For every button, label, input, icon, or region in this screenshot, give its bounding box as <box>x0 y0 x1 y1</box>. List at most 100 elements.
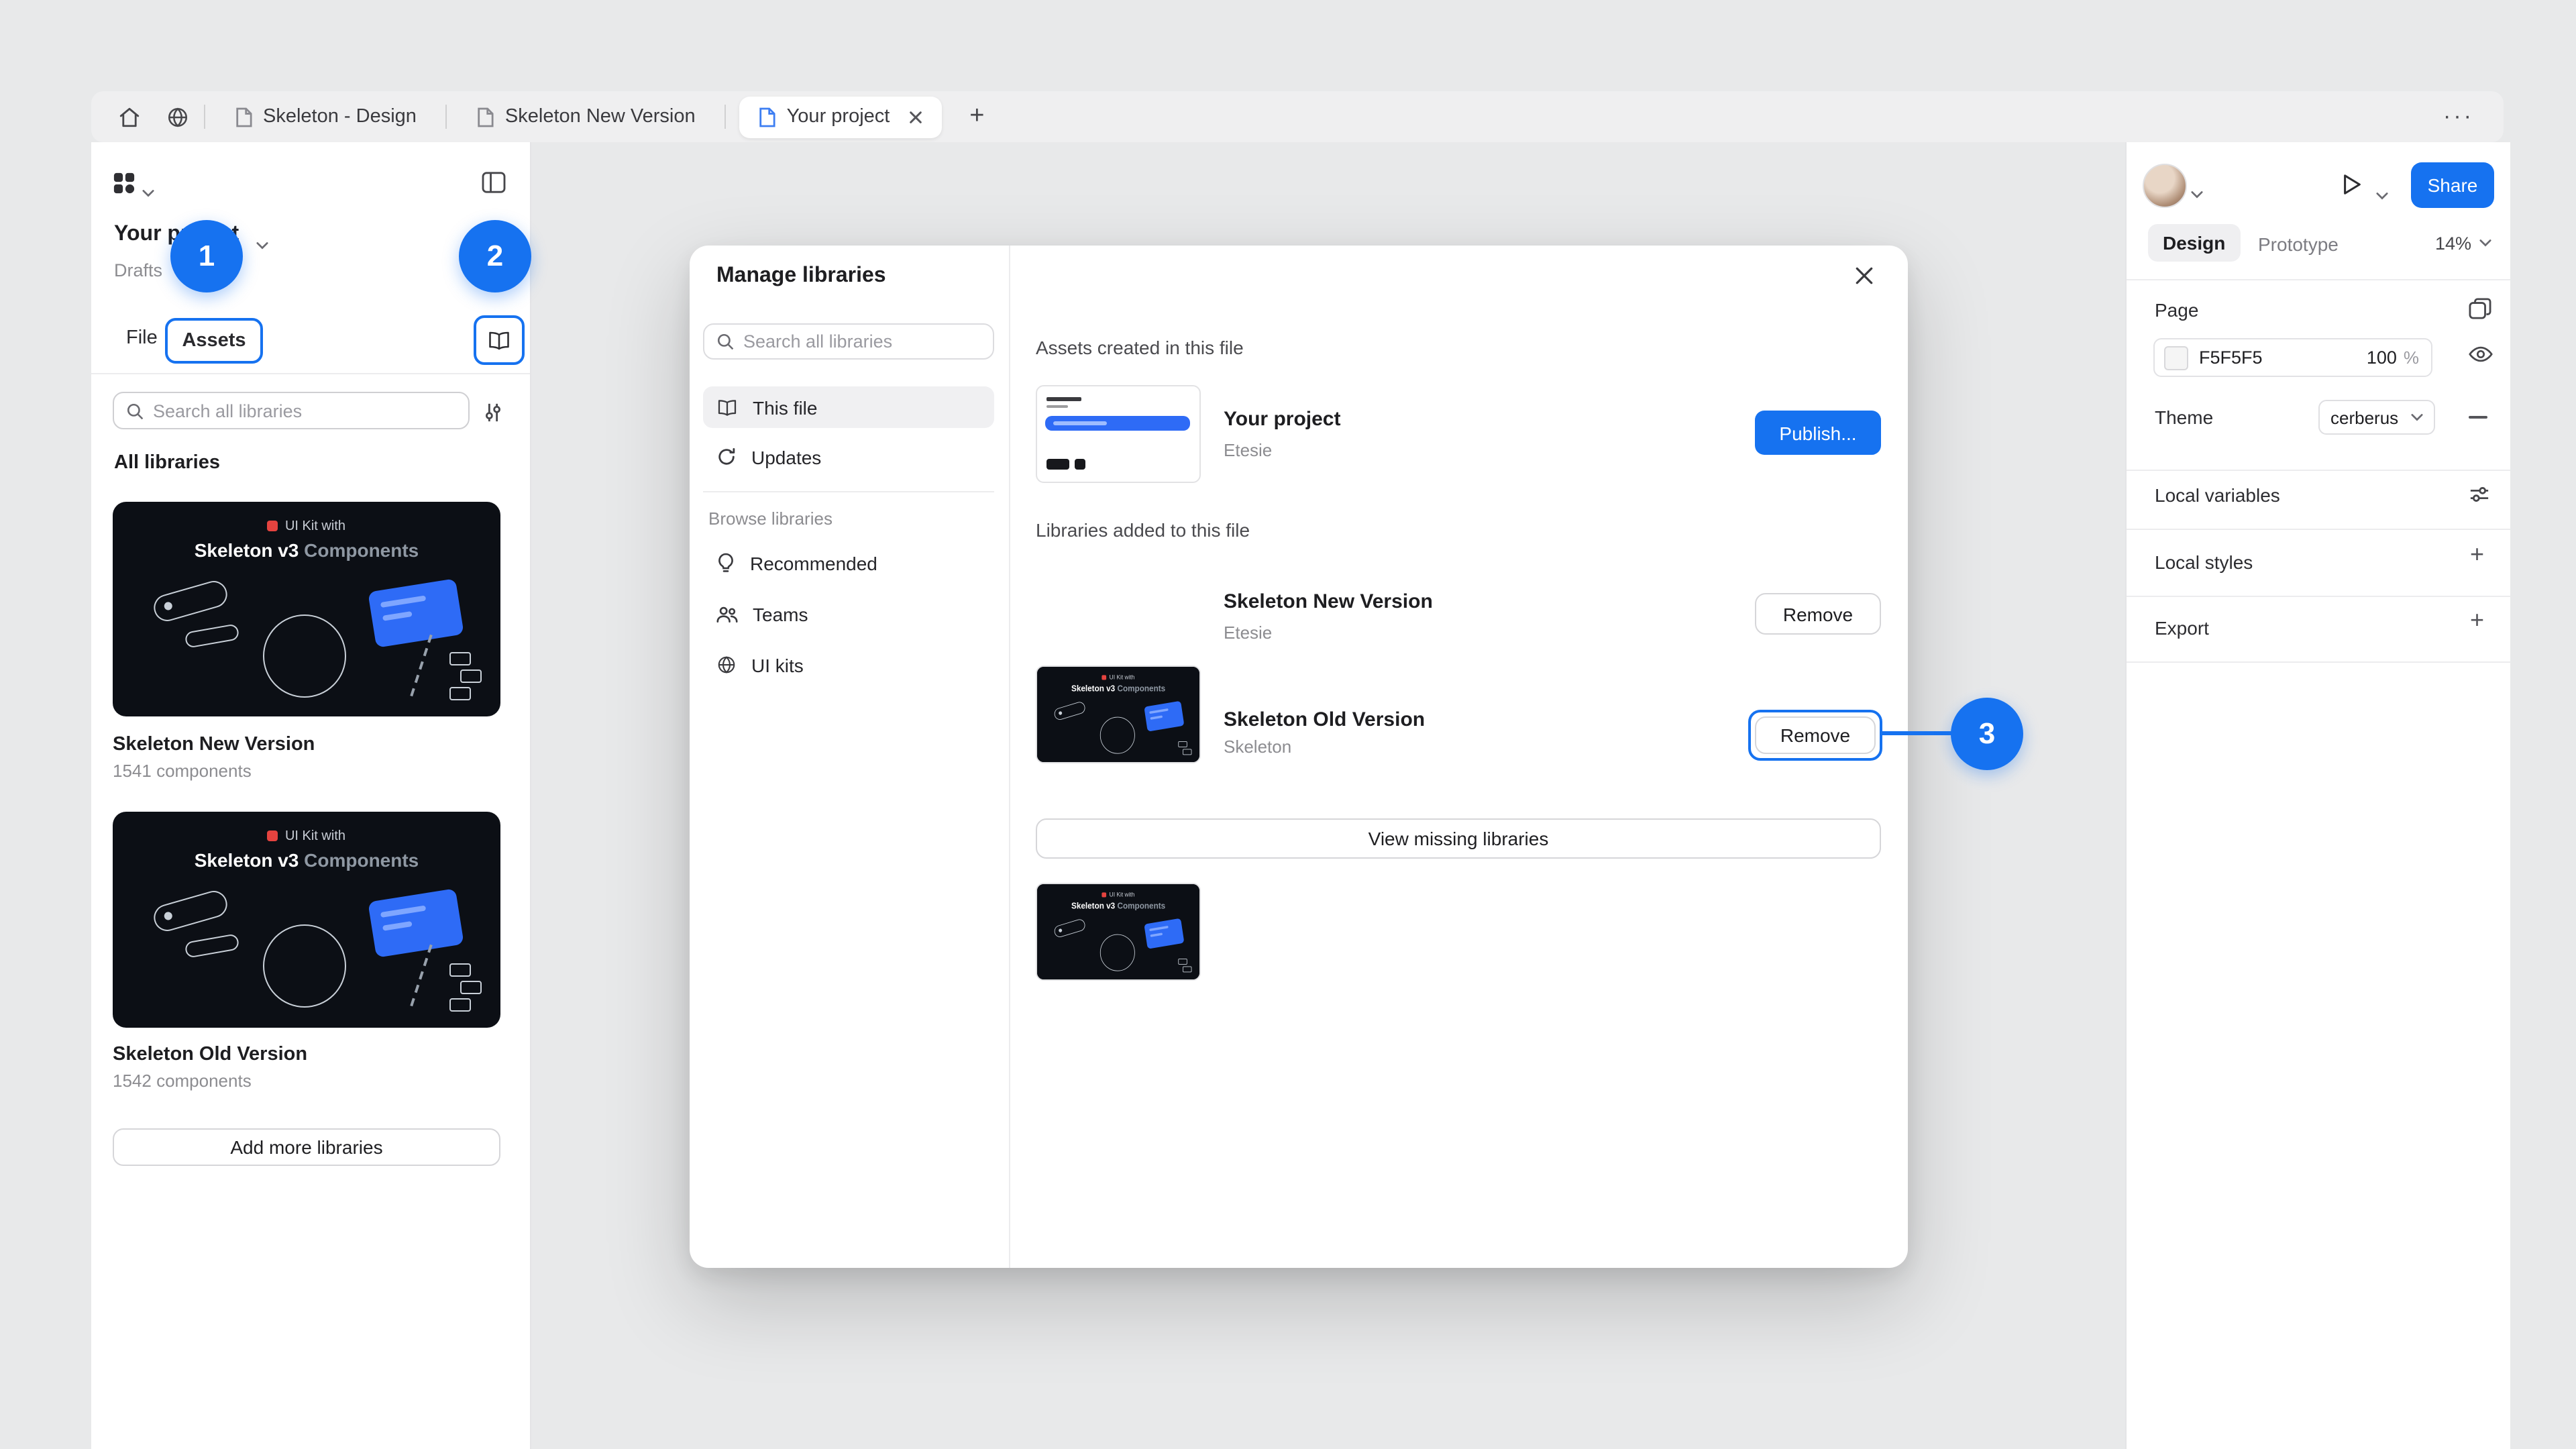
ellipsis-icon: ··· <box>2443 103 2474 129</box>
eye-icon[interactable] <box>2469 345 2493 370</box>
tab-design[interactable]: Design <box>2148 224 2240 262</box>
divider <box>2127 596 2510 597</box>
remove-label: Remove <box>1783 603 1853 625</box>
chevron-down-icon <box>2411 413 2423 421</box>
left-sidebar: Your project Drafts File Assets All libr… <box>91 142 531 1449</box>
figma-menu-icon[interactable] <box>113 172 136 201</box>
callout-1: 1 <box>170 220 243 292</box>
tab-separator <box>204 105 205 129</box>
new-tab-button[interactable]: + <box>953 91 1001 142</box>
nav-label: Teams <box>753 603 808 625</box>
tab-assets-label: Assets <box>182 330 246 352</box>
asset-owner: Etesie <box>1224 440 1272 460</box>
remove-theme-icon[interactable] <box>2469 416 2487 419</box>
chevron-down-icon[interactable] <box>142 180 154 204</box>
close-icon[interactable] <box>1854 266 1874 292</box>
thumb-brand-suffix: Components <box>1115 901 1165 910</box>
theme-dropdown[interactable]: cerberus <box>2318 400 2435 435</box>
search-icon <box>126 402 144 419</box>
divider <box>2127 470 2510 471</box>
asset-name: Your project <box>1224 408 1340 431</box>
tab-assets[interactable]: Assets <box>165 318 263 364</box>
avatar[interactable] <box>2143 164 2187 208</box>
community-globe-icon[interactable] <box>153 91 201 142</box>
remove-button[interactable]: Remove <box>1755 593 1881 635</box>
remove-button[interactable]: Remove <box>1755 716 1876 754</box>
figma-app: Skeleton - Design Skeleton New Version Y… <box>0 0 2576 1449</box>
export-label: Export <box>2155 617 2209 639</box>
divider <box>2127 529 2510 530</box>
zoom-value: 14% <box>2435 233 2471 253</box>
tab-prototype[interactable]: Prototype <box>2258 233 2339 255</box>
remove-label: Remove <box>1780 724 1850 746</box>
tab-file[interactable]: File <box>126 327 158 349</box>
library-title: Skeleton Old Version <box>113 1044 500 1065</box>
figma-file-icon <box>759 107 776 127</box>
tab-label: Skeleton - Design <box>263 106 417 127</box>
thumb-kicker: UI Kit with <box>1110 892 1135 899</box>
close-tab-icon[interactable] <box>908 109 923 124</box>
tab-your-project[interactable]: Your project <box>740 96 943 138</box>
tab-skeleton-new-version[interactable]: Skeleton New Version <box>450 91 722 142</box>
project-subtitle: Drafts <box>114 260 162 280</box>
figma-file-icon <box>235 107 252 127</box>
tab-label: Your project <box>787 106 890 127</box>
theme-value: cerberus <box>2330 407 2398 427</box>
your-project-thumbnail <box>1036 385 1201 483</box>
thumb-kicker: UI Kit with <box>285 519 345 534</box>
opacity-unit: % <box>2404 347 2419 368</box>
library-card-skeleton-new-version[interactable]: UI Kit with Skeleton v3 Components Skele… <box>113 502 500 781</box>
library-book-button[interactable] <box>474 315 525 365</box>
variables-sliders-icon[interactable] <box>2469 484 2490 511</box>
library-name: Skeleton Old Version <box>1224 708 1425 731</box>
plus-icon: + <box>2470 541 2484 568</box>
library-owner: Skeleton <box>1224 737 1291 757</box>
library-meta: 1541 components <box>113 761 500 781</box>
nav-this-file[interactable]: This file <box>703 386 994 428</box>
filter-sliders-icon[interactable] <box>483 402 503 429</box>
add-export-icon[interactable]: + <box>2470 608 2484 632</box>
callout-number: 1 <box>199 239 215 274</box>
kit-logo-icon <box>268 830 278 841</box>
modal-search-input[interactable] <box>743 331 981 352</box>
nav-label: This file <box>753 396 817 418</box>
search-input[interactable] <box>153 400 456 421</box>
pages-icon[interactable] <box>2469 298 2491 326</box>
toggle-sidebar-icon[interactable] <box>482 172 506 200</box>
home-icon[interactable] <box>105 91 153 142</box>
modal-search <box>703 323 994 360</box>
chevron-down-icon[interactable] <box>256 232 268 256</box>
nav-updates[interactable]: Updates <box>703 436 994 478</box>
chevron-down-icon[interactable] <box>2376 182 2388 207</box>
publish-button[interactable]: Publish... <box>1755 411 1881 455</box>
page-color-field[interactable]: F5F5F5 100 % <box>2153 338 2432 377</box>
nav-teams[interactable]: Teams <box>703 593 994 635</box>
theme-label: Theme <box>2155 407 2213 428</box>
color-swatch[interactable] <box>2164 345 2188 370</box>
chevron-down-icon[interactable] <box>2191 181 2203 205</box>
nav-recommended[interactable]: Recommended <box>703 542 994 584</box>
library-thumbnail: UI Kit with Skeleton v3 Components <box>1036 883 1201 981</box>
present-play-icon[interactable] <box>2341 173 2363 203</box>
zoom-control[interactable]: 14% <box>2435 224 2491 262</box>
nav-label: Updates <box>751 446 821 468</box>
chevron-down-icon <box>2479 239 2491 247</box>
view-missing-libraries-button[interactable]: View missing libraries <box>1036 818 1881 859</box>
book-open-icon <box>487 329 511 351</box>
thumb-brand-suffix: Components <box>1115 684 1165 693</box>
add-style-icon[interactable]: + <box>2470 542 2484 566</box>
remove-button-highlight: Remove <box>1748 710 1882 761</box>
nav-ui-kits[interactable]: UI kits <box>703 644 994 686</box>
callout-number: 3 <box>1979 716 1996 751</box>
add-more-libraries-button[interactable]: Add more libraries <box>113 1128 500 1166</box>
tab-skeleton-design[interactable]: Skeleton - Design <box>208 91 443 142</box>
library-card-skeleton-old-version[interactable]: UI Kit with Skeleton v3 Components Skele… <box>113 812 500 1091</box>
library-name: Skeleton New Version <box>1224 590 1433 613</box>
library-thumbnail: UI Kit with Skeleton v3 Components <box>1036 665 1201 763</box>
tab-bar: Skeleton - Design Skeleton New Version Y… <box>91 91 2504 142</box>
overflow-menu-button[interactable]: ··· <box>2427 103 2490 130</box>
library-search <box>113 392 470 429</box>
section-assets-created: Assets created in this file <box>1036 337 1244 358</box>
share-button[interactable]: Share <box>2411 162 2494 208</box>
users-icon <box>716 604 738 623</box>
